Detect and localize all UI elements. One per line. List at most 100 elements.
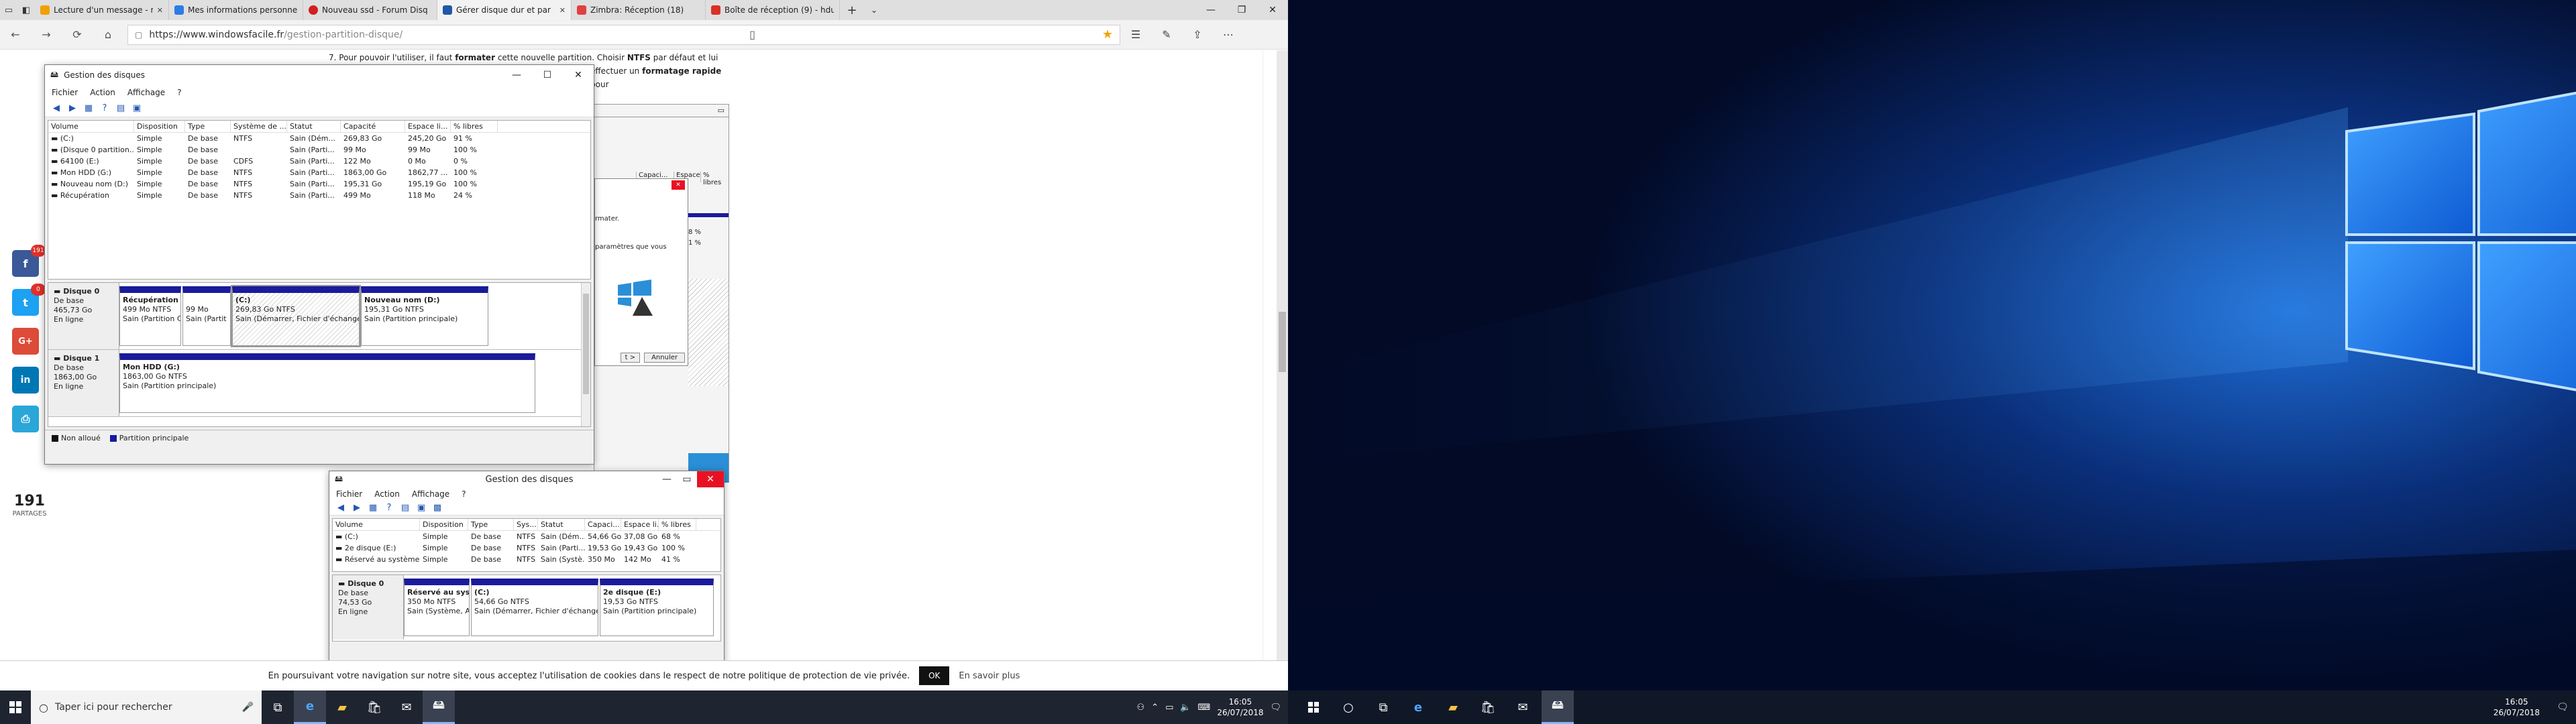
microphone-icon[interactable]: 🎤 bbox=[242, 702, 254, 713]
clock[interactable]: 16:05 26/07/2018 bbox=[2493, 697, 2540, 718]
maximize-button[interactable]: ❐ bbox=[1226, 0, 1257, 20]
keyboard-icon[interactable]: ⌨ bbox=[1198, 703, 1211, 713]
forward-arrow-icon[interactable]: ▶ bbox=[66, 103, 78, 115]
menu-action[interactable]: Action bbox=[90, 88, 115, 97]
browser-tab[interactable]: Mes informations personne bbox=[169, 0, 303, 20]
network-icon[interactable]: ▭ bbox=[1165, 703, 1173, 713]
notification-icon[interactable]: 🗨 bbox=[1270, 703, 1281, 713]
print-button[interactable]: ⎙ bbox=[12, 406, 39, 432]
properties-icon[interactable]: ▣ bbox=[131, 103, 143, 115]
column-header[interactable]: Statut bbox=[287, 121, 341, 132]
close-button[interactable]: ✕ bbox=[563, 65, 594, 85]
column-header[interactable]: Type bbox=[185, 121, 231, 132]
disk-management-task-icon[interactable]: 🖴 bbox=[1542, 690, 1574, 724]
taskbar: ○ Taper ici pour rechercher 🎤 ⧉ e ▰ 🛍 ✉ … bbox=[0, 690, 1288, 724]
tab-back-icon[interactable]: ◧ bbox=[17, 0, 35, 20]
clock[interactable]: 16:05 26/07/2018 bbox=[1217, 697, 1263, 718]
maximize-button[interactable]: ☐ bbox=[532, 65, 563, 85]
partition[interactable]: Mon HDD (G:) 1863,00 Go NTFS Sain (Partiti… bbox=[119, 353, 535, 413]
start-button[interactable] bbox=[0, 690, 31, 724]
windows-logo-icon bbox=[1308, 702, 1319, 713]
table-row[interactable]: ▬ 64100 (E:) Simple De base CDFS Sain (Parti… bbox=[48, 156, 590, 167]
column-header[interactable]: Système de ... bbox=[231, 121, 287, 132]
table-row[interactable]: ▬ Nouveau nom (D:) Simple De base NTFS Sain … bbox=[48, 178, 590, 190]
page-scrollbar[interactable] bbox=[1277, 50, 1288, 660]
table-row[interactable]: ▬ Récupération Simple De base NTFS Sain (Par… bbox=[48, 190, 590, 201]
disk-management-task-icon[interactable]: 🖴 bbox=[423, 690, 455, 724]
list-icon: ▤ bbox=[400, 503, 410, 513]
task-view-icon[interactable]: ⧉ bbox=[1367, 690, 1399, 724]
disk-management-window[interactable]: 🖴 Gestion des disques — ☐ ✕ Fichier Acti… bbox=[44, 64, 594, 465]
linkedin-share-button[interactable]: in bbox=[12, 367, 39, 394]
partition-selected[interactable]: (C:) 269,83 Go NTFS Sain (Démarrer, Fichie… bbox=[231, 285, 361, 347]
chevron-up-icon[interactable]: ⌃ bbox=[1151, 703, 1159, 713]
grid-icon[interactable]: ▦ bbox=[83, 103, 95, 115]
disk-panel-scrollbar[interactable] bbox=[581, 283, 590, 426]
back-arrow-icon[interactable]: ← bbox=[0, 28, 31, 41]
partition[interactable]: 99 Mo Sain (Partit bbox=[182, 286, 231, 346]
scrollbar-thumb[interactable] bbox=[1279, 312, 1286, 372]
mail-icon[interactable]: ✉ bbox=[390, 690, 423, 724]
column-header[interactable]: Espace li... bbox=[405, 121, 451, 132]
column-header[interactable]: Volume bbox=[48, 121, 134, 132]
forward-arrow-icon[interactable]: → bbox=[31, 28, 62, 41]
table-row[interactable]: ▬ (Disque 0 partition... Simple De base Sai… bbox=[48, 144, 590, 156]
column-header[interactable]: Disposition bbox=[134, 121, 185, 132]
minimize-button[interactable]: — bbox=[1195, 0, 1226, 20]
browser-tab[interactable]: Zimbra: Réception (18) bbox=[572, 0, 706, 20]
task-view-icon[interactable]: ⧉ bbox=[262, 690, 294, 724]
menu-affichage[interactable]: Affichage bbox=[127, 88, 165, 97]
edge-icon[interactable]: e bbox=[294, 690, 326, 724]
list-icon[interactable]: ▤ bbox=[115, 103, 127, 115]
partition[interactable]: Récupération 499 Mo NTFS Sain (Partition C bbox=[119, 286, 181, 346]
store-icon[interactable]: 🛍 bbox=[1472, 690, 1504, 724]
home-icon[interactable]: ⌂ bbox=[93, 28, 123, 41]
disk-info[interactable]: ▬ Disque 1 De base 1863,00 Go En ligne bbox=[48, 350, 119, 416]
file-explorer-icon[interactable]: ▰ bbox=[1437, 690, 1469, 724]
partition[interactable]: Nouveau nom (D:) 195,31 Go NTFS Sain (Part… bbox=[361, 286, 488, 346]
more-icon[interactable]: ⋯ bbox=[1213, 28, 1244, 41]
close-tab-icon[interactable]: ✕ bbox=[157, 6, 163, 15]
browser-tab-active[interactable]: Gérer disque dur et par ✕ bbox=[437, 0, 572, 20]
cortana-icon[interactable]: ○ bbox=[1332, 690, 1364, 724]
mail-icon[interactable]: ✉ bbox=[1507, 690, 1539, 724]
start-button[interactable] bbox=[1297, 690, 1330, 724]
column-header[interactable]: % libres bbox=[451, 121, 498, 132]
reading-view-icon[interactable]: ▯ bbox=[749, 28, 755, 41]
back-arrow-icon[interactable]: ◀ bbox=[50, 103, 62, 115]
pen-icon[interactable]: ✎ bbox=[1151, 28, 1182, 41]
menu-fichier[interactable]: Fichier bbox=[52, 88, 78, 97]
taskbar-search[interactable]: ○ Taper ici pour rechercher 🎤 bbox=[31, 690, 262, 724]
cookie-more-link[interactable]: En savoir plus bbox=[959, 671, 1020, 681]
favorites-hub-icon[interactable]: ☰ bbox=[1120, 28, 1151, 41]
store-icon[interactable]: 🛍 bbox=[358, 690, 390, 724]
google-plus-share-button[interactable]: G+ bbox=[12, 328, 39, 355]
share-icon[interactable]: ⇪ bbox=[1182, 28, 1213, 41]
favorite-star-icon[interactable]: ★ bbox=[1102, 27, 1113, 42]
table-row[interactable]: ▬ (C:) Simple De base NTFS Sain (Dém... 269,8… bbox=[48, 133, 590, 144]
menu-help[interactable]: ? bbox=[177, 88, 181, 97]
volume-icon[interactable]: 🔈 bbox=[1180, 703, 1191, 713]
article-toolbar: ◀ ▶ ▦? ▤ ▣ ▩ bbox=[329, 501, 724, 516]
minimize-button[interactable]: — bbox=[501, 65, 532, 85]
people-icon[interactable]: ⚇ bbox=[1137, 703, 1145, 713]
close-button[interactable]: ✕ bbox=[1257, 0, 1288, 20]
window-titlebar[interactable]: 🖴 Gestion des disques — ☐ ✕ bbox=[45, 65, 594, 85]
refresh-icon[interactable]: ⟳ bbox=[62, 28, 93, 41]
url-field[interactable]: ▢ https://www.windowsfacile.fr/gestion-p… bbox=[127, 24, 1120, 45]
tab-preview-icon[interactable]: ▭ bbox=[0, 0, 17, 20]
browser-tab[interactable]: Boîte de réception (9) - hdu bbox=[706, 0, 840, 20]
browser-tab[interactable]: Lecture d'un message - mai✕ bbox=[35, 0, 169, 20]
new-tab-button[interactable]: + bbox=[840, 0, 864, 20]
table-row[interactable]: ▬ Mon HDD (G:) Simple De base NTFS Sain (Par… bbox=[48, 167, 590, 178]
browser-tab[interactable]: Nouveau ssd - Forum Disq bbox=[303, 0, 437, 20]
cookie-ok-button[interactable]: OK bbox=[919, 666, 950, 685]
chevron-down-icon[interactable]: ⌄ bbox=[864, 0, 884, 20]
edge-icon[interactable]: e bbox=[1402, 690, 1434, 724]
column-header[interactable]: Capacité bbox=[341, 121, 405, 132]
notification-icon[interactable]: 🗨 bbox=[2549, 690, 2576, 724]
file-explorer-icon[interactable]: ▰ bbox=[326, 690, 358, 724]
help-icon[interactable]: ? bbox=[99, 103, 111, 115]
disk-info[interactable]: ▬ Disque 0 De base 465,73 Go En ligne bbox=[48, 283, 119, 349]
close-tab-icon[interactable]: ✕ bbox=[559, 6, 566, 15]
